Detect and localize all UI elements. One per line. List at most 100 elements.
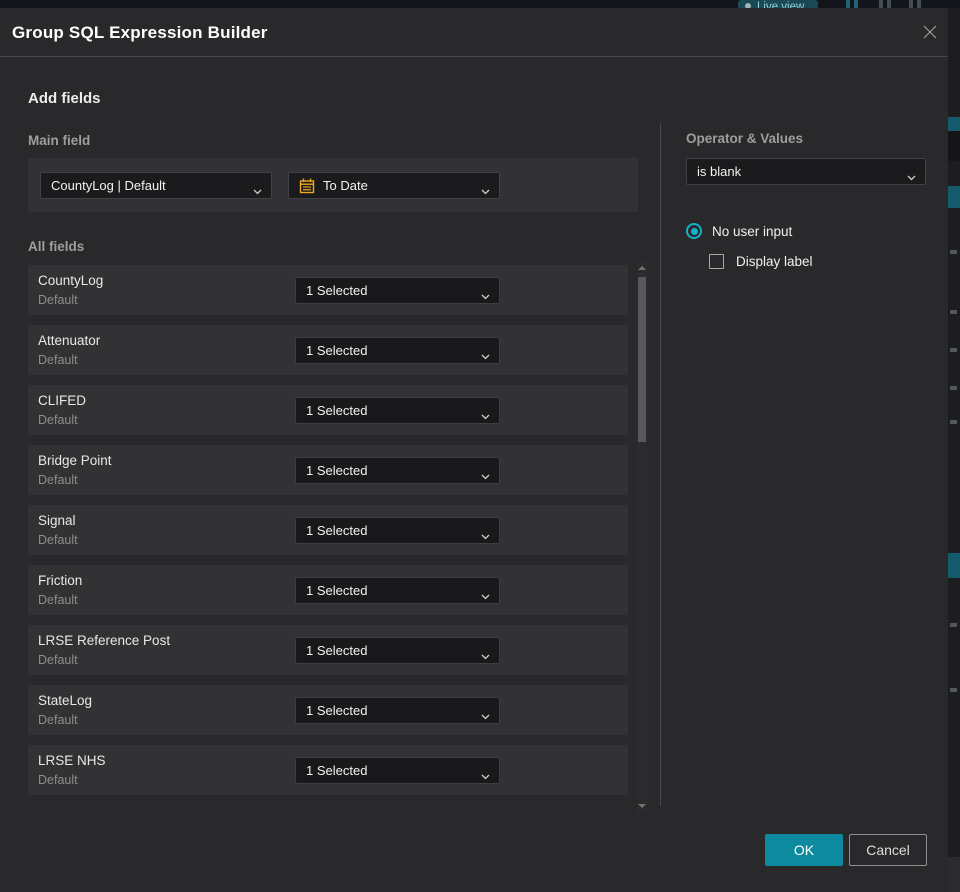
field-type: Default	[38, 653, 78, 667]
calendar-icon	[299, 178, 315, 194]
field-selected-value: 1 Selected	[306, 523, 368, 538]
bg-fragment	[950, 386, 957, 390]
chevron-down-icon	[481, 468, 490, 479]
display-label-checkbox[interactable]: Display label	[709, 253, 813, 269]
chevron-down-icon	[481, 183, 490, 194]
field-row: CLIFED Default 1 Selected	[28, 385, 628, 435]
add-fields-heading: Add fields	[28, 90, 101, 107]
operator-dropdown[interactable]: is blank	[686, 158, 926, 185]
toolbar-bar-icon	[887, 0, 891, 8]
field-name: LRSE NHS	[38, 753, 106, 768]
bg-fragment	[950, 250, 957, 254]
chevron-down-icon	[481, 648, 490, 659]
field-row: LRSE NHS Default 1 Selected	[28, 745, 628, 795]
chevron-down-icon	[907, 169, 916, 180]
field-name: CountyLog	[38, 273, 104, 288]
field-type: Default	[38, 293, 78, 307]
field-name: StateLog	[38, 693, 93, 708]
bg-fragment	[950, 420, 957, 424]
close-icon	[922, 24, 940, 40]
field-selected-dropdown[interactable]: 1 Selected	[295, 397, 500, 424]
bg-fragment	[948, 553, 960, 578]
ok-button[interactable]: OK	[765, 834, 843, 866]
field-type: Default	[38, 473, 78, 487]
chevron-down-icon	[481, 408, 490, 419]
scrollbar-thumb[interactable]	[638, 277, 646, 442]
toolbar-bar-icon	[846, 0, 850, 8]
close-button[interactable]	[922, 23, 940, 41]
field-selected-dropdown[interactable]: 1 Selected	[295, 457, 500, 484]
bg-fragment	[950, 348, 957, 352]
field-selected-value: 1 Selected	[306, 403, 368, 418]
display-label-label: Display label	[736, 253, 813, 269]
field-selected-value: 1 Selected	[306, 463, 368, 478]
field-selected-dropdown[interactable]: 1 Selected	[295, 277, 500, 304]
dialog-title: Group SQL Expression Builder	[12, 23, 268, 42]
field-row: Bridge Point Default 1 Selected	[28, 445, 628, 495]
field-selected-dropdown[interactable]: 1 Selected	[295, 637, 500, 664]
field-selected-dropdown[interactable]: 1 Selected	[295, 517, 500, 544]
field-name: Attenuator	[38, 333, 101, 348]
scroll-up-icon[interactable]	[638, 266, 646, 270]
chevron-down-icon	[481, 288, 490, 299]
chevron-down-icon	[481, 588, 490, 599]
bg-fragment	[950, 623, 957, 627]
field-type: Default	[38, 593, 78, 607]
field-type: Default	[38, 773, 78, 787]
main-date-dropdown-value: To Date	[323, 178, 368, 193]
field-selected-dropdown[interactable]: 1 Selected	[295, 757, 500, 784]
field-type: Default	[38, 713, 78, 727]
toolbar-bar-icon	[909, 0, 913, 8]
main-field-dropdown[interactable]: CountyLog | Default	[40, 172, 272, 199]
field-selected-value: 1 Selected	[306, 283, 368, 298]
list-scrollbar[interactable]	[637, 262, 647, 812]
live-view-label: Live view	[757, 1, 805, 8]
checkbox-icon	[709, 253, 724, 269]
bg-fragment	[948, 131, 960, 161]
field-selected-dropdown[interactable]: 1 Selected	[295, 577, 500, 604]
field-selected-dropdown[interactable]: 1 Selected	[295, 697, 500, 724]
field-selected-value: 1 Selected	[306, 703, 368, 718]
field-name: Friction	[38, 573, 83, 588]
bg-fragment	[948, 857, 960, 892]
field-type: Default	[38, 533, 78, 547]
live-view-button[interactable]: Live view	[738, 0, 818, 8]
radio-icon	[686, 223, 702, 239]
dialog-header: Group SQL Expression Builder	[0, 8, 948, 57]
field-name: CLIFED	[38, 393, 87, 408]
toolbar-bar-icon	[879, 0, 883, 8]
all-fields-label: All fields	[28, 239, 85, 254]
toolbar-bar-icon	[917, 0, 921, 8]
chevron-down-icon	[481, 528, 490, 539]
field-name: Signal	[38, 513, 76, 528]
scroll-down-icon[interactable]	[638, 804, 646, 808]
panel-divider	[660, 123, 661, 806]
background-app-edge	[948, 8, 960, 892]
field-row: StateLog Default 1 Selected	[28, 685, 628, 735]
field-selected-value: 1 Selected	[306, 643, 368, 658]
field-selected-dropdown[interactable]: 1 Selected	[295, 337, 500, 364]
chevron-down-icon	[481, 768, 490, 779]
field-row: Signal Default 1 Selected	[28, 505, 628, 555]
field-row: Friction Default 1 Selected	[28, 565, 628, 615]
field-row: CountyLog Default 1 Selected	[28, 265, 628, 315]
main-field-dropdown-value: CountyLog | Default	[51, 178, 166, 193]
no-user-input-label: No user input	[712, 223, 793, 239]
operator-values-label: Operator & Values	[686, 131, 804, 146]
field-row: Attenuator Default 1 Selected	[28, 325, 628, 375]
bg-fragment	[948, 117, 960, 131]
no-user-input-radio[interactable]: No user input	[686, 222, 792, 240]
cancel-button[interactable]: Cancel	[849, 834, 927, 866]
bg-fragment	[948, 186, 960, 208]
field-name: Bridge Point	[38, 453, 112, 468]
chevron-down-icon	[253, 183, 262, 194]
toolbar-bar-icon	[854, 0, 858, 8]
chevron-down-icon	[481, 708, 490, 719]
field-name: LRSE Reference Post	[38, 633, 171, 648]
background-app-topbar: Live view	[0, 0, 960, 8]
bg-fragment	[950, 310, 957, 314]
operator-dropdown-value: is blank	[697, 164, 742, 179]
main-date-dropdown[interactable]: To Date	[288, 172, 500, 199]
main-field-label: Main field	[28, 133, 91, 148]
field-type: Default	[38, 353, 78, 367]
